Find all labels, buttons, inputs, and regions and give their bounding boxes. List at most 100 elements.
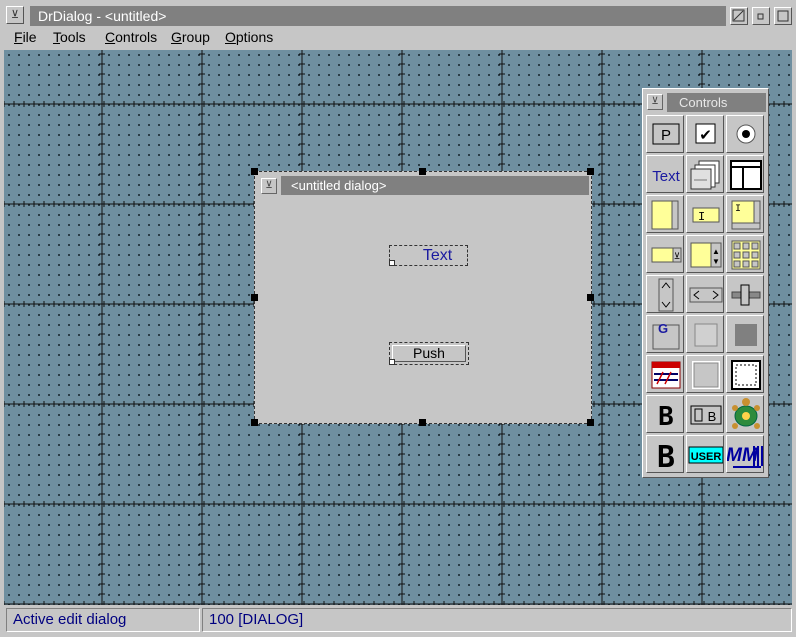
maximize-icon[interactable] [774,7,792,25]
checkbox-tool[interactable]: ✔ [686,115,724,153]
dialog-title: <untitled dialog> [281,176,589,195]
dashed-box-tool[interactable] [726,355,764,393]
container-tool[interactable] [726,155,764,193]
svg-text:✔: ✔ [699,126,712,144]
svg-text:USER: USER [691,451,722,463]
outline-box-icon [692,361,720,389]
user-control-icon: USER [688,446,723,464]
icon-button-tool[interactable]: B [686,395,724,433]
menu-bar: File Tools Controls Group Options [2,26,794,48]
window-menu-icon[interactable]: ⊻ [6,6,24,24]
svg-text:▲: ▲ [712,247,720,256]
menu-group[interactable]: Group [171,28,210,46]
radio-button-tool[interactable] [726,115,764,153]
user-control-tool[interactable]: USER [686,435,724,473]
spin-button-tool[interactable]: ▲ ▼ [686,235,724,273]
palette-title-bar[interactable]: ⊻ Controls [645,91,766,113]
svg-text:▼: ▼ [712,257,720,266]
menu-options[interactable]: Options [225,28,273,46]
svg-text:I: I [735,204,741,215]
push-button-icon: P [652,123,680,145]
svg-text:B: B [657,440,675,473]
text-tool[interactable]: Text [646,155,684,193]
slider-icon [731,284,761,306]
slider-tool[interactable] [726,275,764,313]
svg-text:B: B [708,409,717,424]
listbox-icon [651,200,679,230]
text-control-handle[interactable] [389,260,395,266]
multiline-edit-icon: I [731,200,761,230]
value-set-tool[interactable] [726,235,764,273]
bitmap-button-icon: B [658,402,674,432]
mmpm-control-icon: MM [727,445,763,468]
status-message: Active edit dialog [6,608,200,632]
text-control[interactable]: Text [389,245,468,266]
radio-button-icon [736,124,756,144]
bitmap-button-tool[interactable]: B [646,395,684,433]
large-bitmap-tool[interactable]: B [646,435,684,473]
resize-handle-w[interactable] [251,294,258,301]
drdialog-window: ⊻ DrDialog - <untitled> File Tools Contr… [0,0,796,637]
minimize-icon[interactable] [752,7,770,25]
canvas-icon [651,361,681,389]
combobox-icon: ⊻ [651,247,682,263]
filled-rect-icon [735,324,757,346]
group-box-icon: G [652,321,680,350]
push-button-tool[interactable]: P [646,115,684,153]
text-icon: Text [652,168,680,185]
svg-text:I: I [698,210,705,224]
resize-handle-ne[interactable] [587,168,594,175]
menu-tools[interactable]: Tools [53,28,86,46]
palette-title: Controls [667,93,766,112]
mmpm-control-tool[interactable]: MM [726,435,764,473]
entry-field-tool[interactable]: I [686,195,724,233]
checkbox-icon: ✔ [695,123,716,144]
horizontal-scrollbar-icon [689,287,723,303]
entry-field-icon: I [692,207,720,224]
resize-handle-s[interactable] [419,419,426,426]
menu-controls[interactable]: Controls [105,28,157,46]
dialog-title-bar[interactable]: ⊻ <untitled dialog> [257,174,589,196]
filled-rect-tool[interactable] [726,315,764,353]
svg-text:Text: Text [652,168,680,185]
push-control-handle[interactable] [389,359,395,365]
value-set-icon [731,240,761,270]
horizontal-scrollbar-tool[interactable] [686,275,724,313]
svg-text:B: B [658,402,674,432]
turtle-icon-tool[interactable] [726,395,764,433]
status-bar: Active edit dialog 100 [DIALOG] [2,606,794,635]
restore-icon[interactable] [730,7,748,25]
icon-button-icon: B [690,405,722,425]
vertical-scrollbar-tool[interactable] [646,275,684,313]
push-button[interactable]: Push [392,345,466,362]
resize-handle-sw[interactable] [251,419,258,426]
palette-menu-icon[interactable]: ⊻ [647,94,663,110]
menu-file[interactable]: File [14,28,37,46]
resize-handle-se[interactable] [587,419,594,426]
status-selection: 100 [DIALOG] [202,608,792,632]
resize-handle-n[interactable] [419,168,426,175]
svg-text:P: P [661,127,671,144]
resize-handle-e[interactable] [587,294,594,301]
combobox-tool[interactable]: ⊻ [646,235,684,273]
svg-text:⊻: ⊻ [674,251,681,261]
outline-box-tool[interactable] [686,355,724,393]
controls-palette: ⊻ Controls P ✔ Text I I ⊻ ▲ ▼ G B B B USER MM [642,88,769,478]
group-box-tool[interactable]: G [646,315,684,353]
multiline-edit-tool[interactable]: I [726,195,764,233]
canvas-tool[interactable] [646,355,684,393]
title-bar[interactable]: ⊻ DrDialog - <untitled> [2,2,794,26]
dialog-menu-icon[interactable]: ⊻ [261,178,277,194]
edited-dialog[interactable]: ⊻ <untitled dialog> Text Push [254,171,592,424]
svg-text:G: G [658,321,668,336]
container-icon [730,160,762,190]
spin-button-icon: ▲▼ [690,242,722,268]
frame-tool[interactable] [686,315,724,353]
large-bitmap-icon: B [657,440,675,473]
vertical-scrollbar-icon [658,278,674,312]
listbox-tool[interactable] [646,195,684,233]
resize-handle-nw[interactable] [251,168,258,175]
dashed-box-icon [731,360,761,390]
push-control[interactable]: Push [389,342,469,365]
notebook-tool[interactable] [686,155,724,193]
